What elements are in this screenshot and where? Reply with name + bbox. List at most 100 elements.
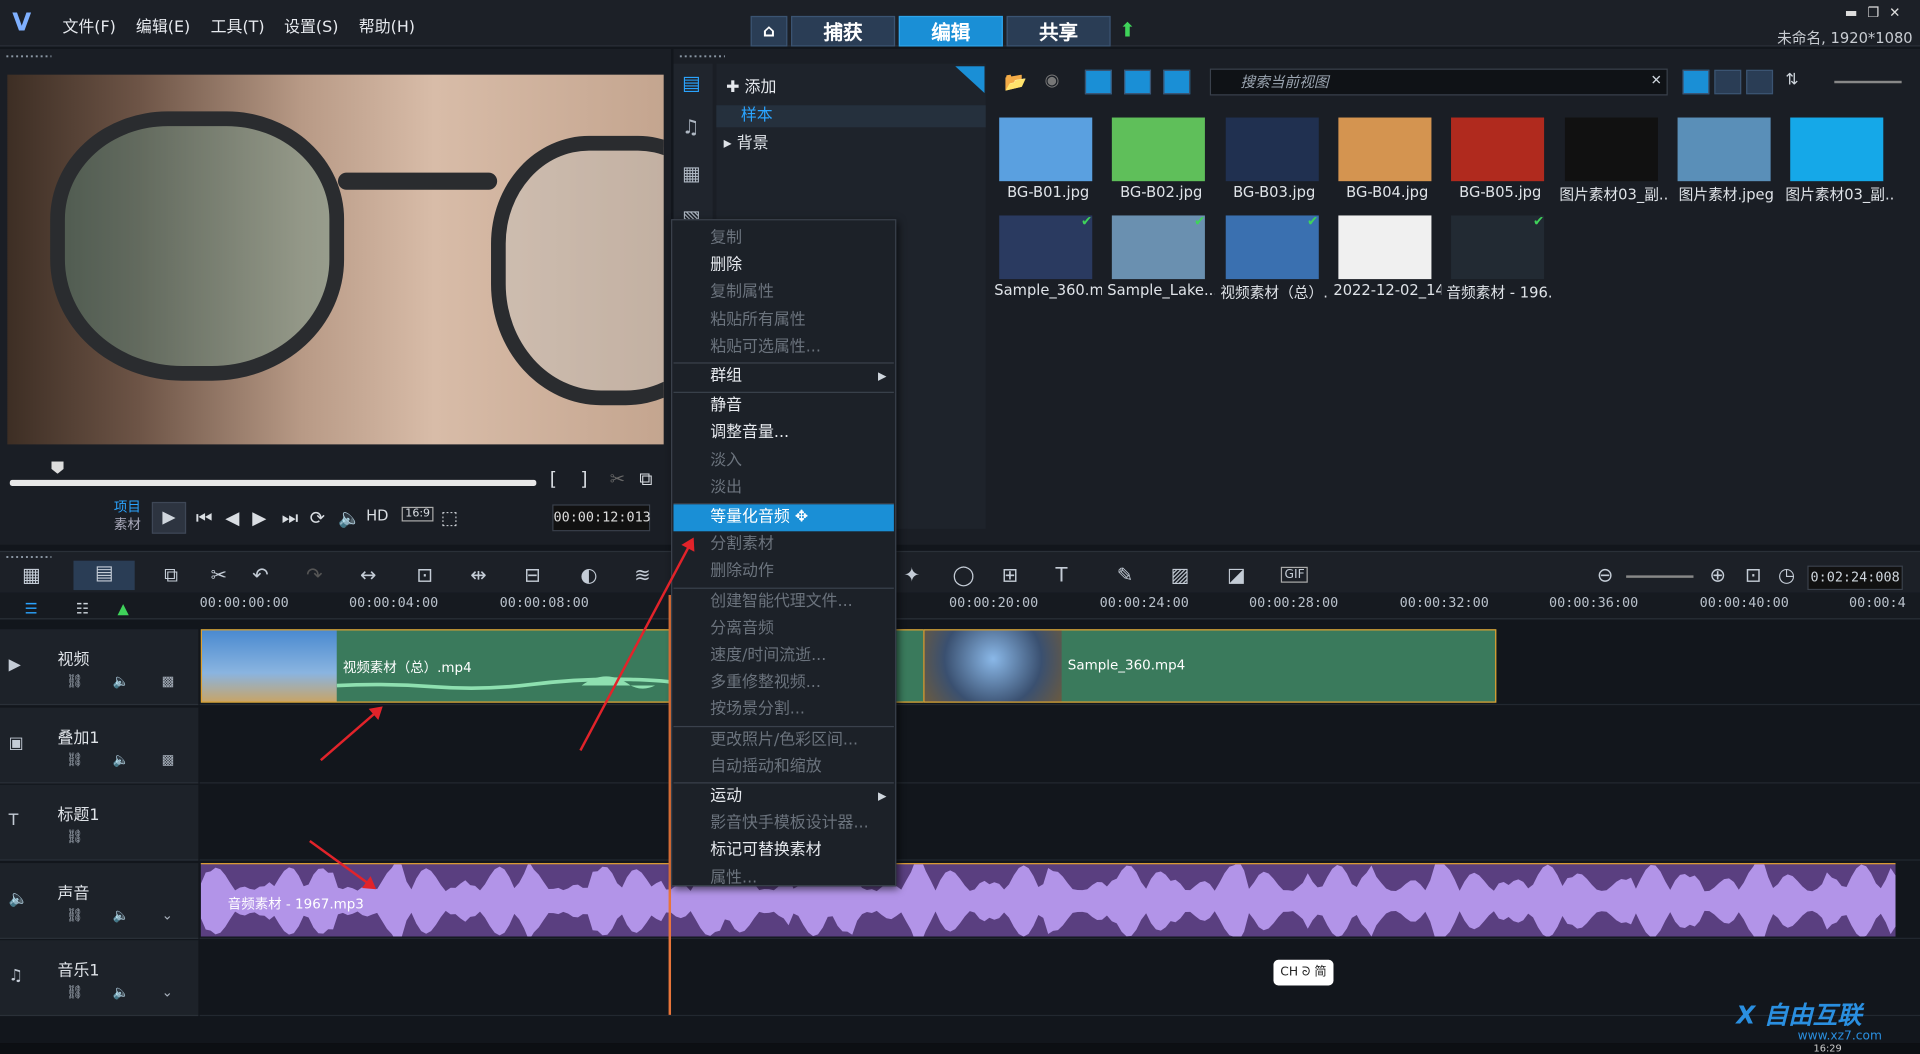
- chapter-icon[interactable]: ▲: [118, 600, 129, 617]
- zoom-in-icon[interactable]: ⊕: [1709, 563, 1725, 586]
- copy-icon[interactable]: ⧉: [164, 563, 178, 587]
- tools-icon[interactable]: ✂: [211, 563, 227, 586]
- track-header[interactable]: ▶ 视频 ⛓ 🔈 ▩: [0, 629, 199, 706]
- play-button[interactable]: ▶: [151, 501, 187, 534]
- media-thumbnail[interactable]: BG-B02.jpg: [1107, 110, 1215, 203]
- context-menu-item[interactable]: 删除: [673, 252, 893, 279]
- panel-grip[interactable]: [4, 53, 52, 59]
- grid-view-button[interactable]: [1746, 69, 1774, 95]
- show-video-button[interactable]: [1084, 69, 1112, 95]
- track-header[interactable]: ♫ 音乐1 ⛓ 🔈 ⌄: [0, 940, 199, 1017]
- sort-icon[interactable]: ⇅: [1785, 71, 1798, 89]
- storyboard-icon[interactable]: ▦: [22, 563, 41, 586]
- mute-icon[interactable]: 🔈: [113, 673, 130, 689]
- add-folder-button[interactable]: ✚ 添加: [726, 73, 776, 96]
- panel-grip[interactable]: [4, 554, 52, 560]
- context-menu-item[interactable]: 群组 ▶: [673, 364, 893, 391]
- menu-tools[interactable]: 工具(T): [211, 13, 265, 36]
- undo-icon[interactable]: ↶: [252, 563, 268, 586]
- aspect-ratio[interactable]: 16:9: [401, 506, 434, 522]
- folder-background[interactable]: ▸ 背景: [724, 130, 769, 153]
- media-thumbnail[interactable]: 图片素材03_副...: [1559, 110, 1667, 203]
- context-menu-item[interactable]: 调整音量...: [673, 420, 893, 447]
- multicam-icon[interactable]: ▨: [1171, 563, 1190, 586]
- crop-icon[interactable]: ⊡: [416, 563, 432, 586]
- mode-clip[interactable]: 素材: [114, 517, 141, 534]
- track-lane[interactable]: [199, 940, 1920, 1017]
- motion-icon[interactable]: ✦: [904, 563, 920, 586]
- context-menu-item[interactable]: 静音: [673, 393, 893, 420]
- track-header[interactable]: T 标题1 ⛓: [0, 784, 199, 861]
- upload-icon[interactable]: ⬆: [1119, 18, 1135, 41]
- link-icon[interactable]: ⛓: [66, 907, 83, 923]
- track-header[interactable]: ▣ 叠加1 ⛓ 🔈 ▩: [0, 706, 199, 783]
- track-lane[interactable]: [199, 707, 1920, 783]
- thumb-size-slider[interactable]: [1834, 80, 1902, 84]
- add-track-icon[interactable]: ☷: [76, 600, 89, 617]
- next-frame-icon[interactable]: ▶: [252, 507, 266, 529]
- media-thumbnail[interactable]: BG-B05.jpg: [1446, 110, 1554, 203]
- track-manager-icon[interactable]: ☰: [24, 600, 37, 617]
- media-thumbnail[interactable]: 2022-12-02_14...: [1333, 208, 1441, 301]
- media-thumbnail[interactable]: BG-B03.jpg: [1220, 110, 1328, 203]
- mute-icon[interactable]: 🔈: [113, 984, 130, 1000]
- mute-icon[interactable]: 🔈: [113, 751, 130, 767]
- menu-edit[interactable]: 编辑(E): [136, 13, 190, 36]
- audio-clip[interactable]: 音频素材 - 1967.mp3: [200, 863, 1896, 937]
- menu-settings[interactable]: 设置(S): [284, 13, 338, 36]
- home-button[interactable]: ⌂: [750, 15, 788, 47]
- 3d-title-icon[interactable]: T: [1056, 563, 1068, 586]
- scissors-icon[interactable]: ✂: [610, 468, 625, 490]
- track-header[interactable]: 🔈 声音 ⛓ 🔈 ⌄: [0, 862, 199, 939]
- gif-icon[interactable]: GIF: [1280, 566, 1309, 583]
- panel-grip[interactable]: [678, 53, 725, 59]
- menu-help[interactable]: 帮助(H): [359, 13, 415, 36]
- timeline-view-icon[interactable]: ▤: [73, 560, 135, 591]
- record-icon[interactable]: ◉: [1044, 71, 1059, 91]
- home-start-icon[interactable]: ⏮: [196, 507, 213, 529]
- color-icon[interactable]: ◐: [580, 563, 597, 586]
- timecode[interactable]: 00:00:12:013: [552, 504, 651, 532]
- thumbnail-view-button[interactable]: [1682, 69, 1710, 95]
- project-duration[interactable]: 0:02:24:008: [1807, 565, 1903, 591]
- split-screen-icon[interactable]: ◪: [1227, 563, 1246, 586]
- trim-icon[interactable]: ⊟: [524, 563, 540, 586]
- show-audio-button[interactable]: [1163, 69, 1191, 95]
- list-view-button[interactable]: [1714, 69, 1742, 95]
- zoom-out-icon[interactable]: ⊖: [1597, 563, 1613, 586]
- video-clip-2[interactable]: Sample_360.mp4: [923, 629, 1497, 703]
- fit-project-icon[interactable]: ⊡: [1745, 563, 1761, 586]
- media-thumbnail[interactable]: BG-B01.jpg: [994, 110, 1102, 203]
- mark-out-icon[interactable]: ]: [580, 468, 587, 490]
- split-icon[interactable]: ⇹: [470, 563, 486, 586]
- mask-icon[interactable]: ◯: [953, 563, 975, 586]
- media-thumbnail[interactable]: 图片素材.jpeg: [1672, 110, 1780, 203]
- hd-toggle[interactable]: HD: [366, 507, 388, 524]
- media-thumbnail[interactable]: 图片素材03_副...: [1785, 110, 1893, 203]
- pin-icon[interactable]: [955, 66, 985, 94]
- end-icon[interactable]: ⏭: [282, 507, 299, 529]
- audio-wave-icon[interactable]: ≋: [634, 563, 650, 586]
- repeat-icon[interactable]: ⟳: [310, 507, 325, 529]
- scrub-bar[interactable]: [9, 479, 537, 487]
- window-controls[interactable]: ▬❐✕: [1845, 5, 1910, 21]
- media-thumbnail[interactable]: Sample_Lake.... ✔: [1107, 208, 1215, 301]
- link-icon[interactable]: ⛓: [66, 984, 83, 1000]
- fit-icon[interactable]: ↔: [360, 563, 376, 586]
- context-menu-item[interactable]: 标记可替换素材: [673, 838, 893, 865]
- redo-icon[interactable]: ↷: [306, 563, 322, 586]
- search-input[interactable]: 搜索当前视图: [1209, 68, 1668, 96]
- snapshot-icon[interactable]: ⧉: [639, 468, 652, 490]
- volume-icon[interactable]: 🔈: [338, 507, 361, 529]
- media-thumbnail[interactable]: Sample_360.m... ✔: [994, 208, 1102, 301]
- paint-icon[interactable]: ✎: [1117, 563, 1133, 586]
- chevron-down-icon[interactable]: ⌄: [162, 984, 173, 1000]
- context-menu-item[interactable]: 运动 ▶: [673, 783, 893, 810]
- media-thumbnail[interactable]: BG-B04.jpg: [1333, 110, 1441, 203]
- show-photo-button[interactable]: [1124, 69, 1152, 95]
- grid-icon[interactable]: ▩: [162, 751, 175, 767]
- video-clip-1[interactable]: 视频素材（总）.mp4: [200, 629, 680, 703]
- mute-icon[interactable]: 🔈: [113, 907, 130, 923]
- chevron-down-icon[interactable]: ⌄: [162, 907, 173, 923]
- tab-edit[interactable]: 编辑: [898, 15, 1003, 47]
